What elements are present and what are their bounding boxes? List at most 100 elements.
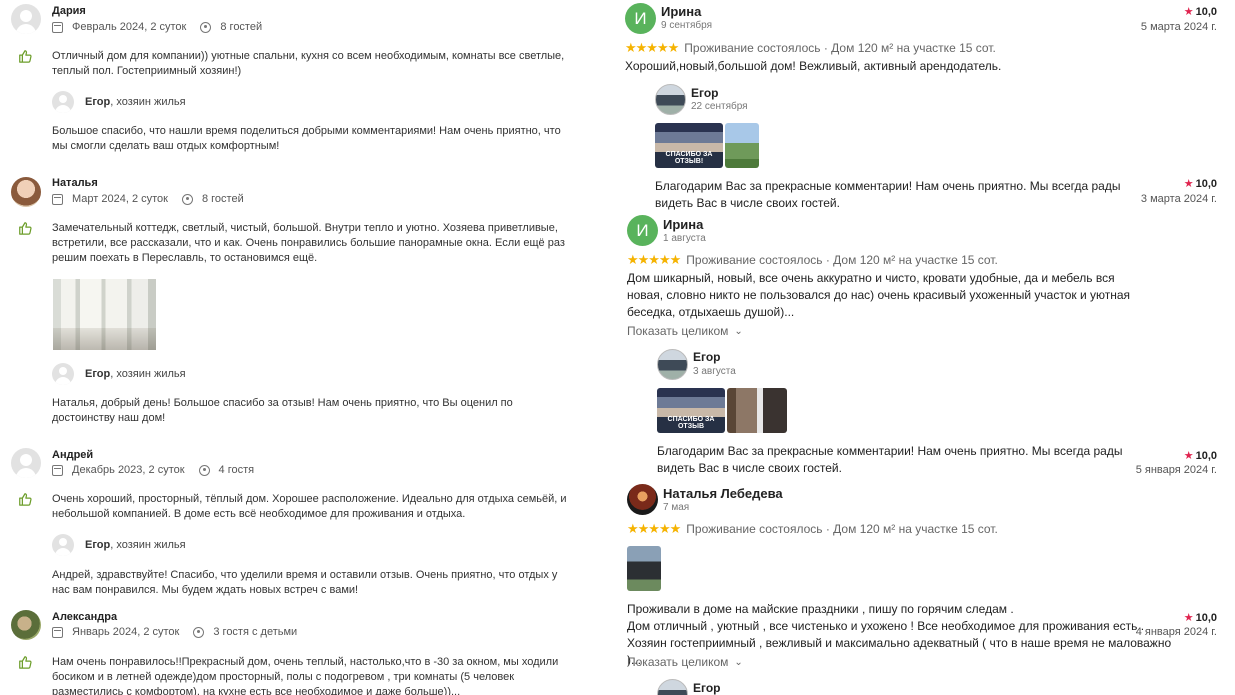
reply-image-meme[interactable]: СПАСИБО ЗА ОТЗЫВ! (655, 123, 723, 168)
host-name[interactable]: Егор (85, 368, 110, 380)
host-role: , хозяин жилья (110, 368, 186, 380)
review-text-line: Дом отличный , уютный , все чистенько и … (627, 619, 1145, 633)
host-reply-header: Егор , хозяин жилья (52, 534, 186, 556)
thumbs-up-icon[interactable] (18, 492, 32, 506)
star-icon: ★ (1183, 450, 1194, 462)
guests-icon (198, 464, 210, 476)
avatar[interactable] (627, 484, 658, 515)
host-name[interactable]: Егор (85, 96, 110, 108)
guests-count: 8 гостей (201, 193, 244, 205)
review-text: Нам очень понравилось!!Прекрасный дом, о… (52, 656, 559, 695)
thumbs-up-icon[interactable] (18, 655, 32, 669)
owner-reply-date: 22 сентября (691, 101, 748, 112)
star-icon: ★ (1183, 178, 1194, 190)
reviewer-name[interactable]: Александра (52, 611, 117, 623)
avatar-initial: И (634, 8, 647, 28)
review-text: Хороший,новый,большой дом! Вежливый, акт… (625, 59, 1002, 73)
reviewer-name[interactable]: Дария (52, 5, 86, 17)
reply-image-terrace[interactable] (727, 388, 787, 433)
guests-icon (200, 21, 212, 33)
host-avatar (52, 363, 74, 385)
stay-period: Декабрь 2023, 2 суток (72, 464, 185, 476)
guests-icon (181, 193, 193, 205)
host-reply-text: Андрей, здравствуйте! Спасибо, что удели… (52, 569, 558, 596)
show-all-link[interactable]: Показать целиком ⌄ (627, 324, 743, 338)
stay-meta: Март 2024, 2 суток 8 гостей (52, 193, 244, 205)
owner-reply-text: Благодарим Вас за прекрасные комментарии… (655, 179, 1121, 210)
review-date: 1 августа (663, 233, 706, 244)
review-date: 5 марта 2024 г. (1140, 21, 1217, 33)
guests-count: 8 гостей (220, 21, 263, 33)
avatar-initial: И (636, 220, 649, 240)
stay-summary: ★★★★★ Проживание состоялось · Дом 120 м²… (627, 521, 998, 537)
review-text: Замечательный коттедж, светлый, чистый, … (52, 222, 565, 264)
stay-period: Март 2024, 2 суток (72, 193, 168, 205)
review-date: 7 мая (663, 502, 690, 513)
owner-avatar[interactable] (655, 84, 686, 115)
reply-image-meme[interactable]: СПАСИБО ЗА ОТЗЫВ (657, 388, 725, 433)
reviewer-name[interactable]: Андрей (52, 449, 93, 461)
owner-reply-text: Благодарим Вас за прекрасные комментарии… (657, 444, 1123, 475)
host-reply-header: Егор , хозяин жилья (52, 363, 186, 385)
thumbs-up-icon[interactable] (18, 49, 32, 63)
show-all-link[interactable]: Показать целиком ⌄ (627, 655, 743, 669)
reviewer-name[interactable]: Наталья (52, 177, 98, 189)
review-photo[interactable] (627, 546, 661, 591)
reviewer-name[interactable]: Наталья Лебедева (663, 486, 783, 501)
stay-period: Январь 2024, 2 суток (72, 626, 180, 638)
guests-count: 4 гостя (218, 464, 255, 476)
calendar-icon (52, 626, 63, 638)
rating-value: 10,0 (1195, 449, 1217, 462)
avatar[interactable]: И (627, 215, 658, 246)
owner-reply-date: 3 августа (693, 366, 736, 377)
review-text: Дом шикарный, новый, все очень аккуратно… (627, 271, 1131, 319)
owner-name[interactable]: Егор (693, 350, 721, 364)
avatar[interactable]: И (625, 3, 656, 34)
host-reply-text: Большое спасибо, что нашли время поделит… (52, 125, 561, 152)
show-all-label: Показать целиком (627, 655, 729, 669)
owner-avatar[interactable] (657, 679, 688, 695)
avatar[interactable] (11, 4, 41, 34)
calendar-icon (52, 464, 63, 476)
avatar[interactable] (11, 177, 41, 207)
stay-meta: Февраль 2024, 2 суток 8 гостей (52, 21, 262, 33)
stay-summary-text: Проживание состоялось · Дом 120 м² на уч… (684, 41, 996, 55)
avatar[interactable] (11, 610, 41, 640)
stay-summary: ★★★★★ Проживание состоялось · Дом 120 м²… (625, 40, 996, 56)
stay-summary-text: Проживание состоялось · Дом 120 м² на уч… (686, 522, 998, 536)
rating: ★ 10,0 (1183, 5, 1217, 19)
calendar-icon (52, 21, 63, 33)
review-photo[interactable] (53, 279, 156, 350)
review-text: Отличный дом для компании)) уютные спаль… (52, 50, 565, 77)
owner-avatar[interactable] (657, 349, 688, 380)
host-role: , хозяин жилья (110, 96, 186, 108)
guests-icon (193, 626, 205, 638)
rating-stars-icon: ★★★★★ (625, 40, 679, 55)
host-avatar (52, 91, 74, 113)
thumbs-up-icon[interactable] (18, 221, 32, 235)
host-role: , хозяин жилья (110, 539, 186, 551)
avatar[interactable] (11, 448, 41, 478)
show-all-label: Показать целиком (627, 324, 729, 338)
rating-value: 10,0 (1195, 177, 1217, 190)
reviewer-name[interactable]: Ирина (663, 217, 703, 232)
rating: ★ 10,0 (1183, 449, 1217, 463)
meme-caption: СПАСИБО ЗА ОТЗЫВ! (665, 151, 713, 165)
stay-summary: ★★★★★ Проживание состоялось · Дом 120 м²… (627, 252, 998, 268)
owner-name[interactable]: Егор (693, 681, 721, 695)
reply-image-garden[interactable] (725, 123, 759, 168)
chevron-down-icon: ⌄ (734, 325, 743, 337)
review-date: 9 сентября (661, 20, 713, 31)
review-text: Очень хороший, просторный, тёплый дом. Х… (52, 493, 567, 520)
rating: ★ 10,0 (1183, 177, 1217, 191)
rating-stars-icon: ★★★★★ (627, 521, 681, 536)
calendar-icon (52, 193, 63, 205)
rating: ★ 10,0 (1184, 611, 1217, 625)
owner-name[interactable]: Егор (691, 86, 719, 100)
host-name[interactable]: Егор (85, 539, 110, 551)
star-icon: ★ (1183, 6, 1194, 18)
stay-period: Февраль 2024, 2 суток (72, 21, 187, 33)
reviewer-name[interactable]: Ирина (661, 4, 701, 19)
review-text-line: Проживали в доме на майские праздники , … (627, 602, 1014, 616)
stay-meta: Январь 2024, 2 суток 3 гостя с детьми (52, 626, 297, 638)
